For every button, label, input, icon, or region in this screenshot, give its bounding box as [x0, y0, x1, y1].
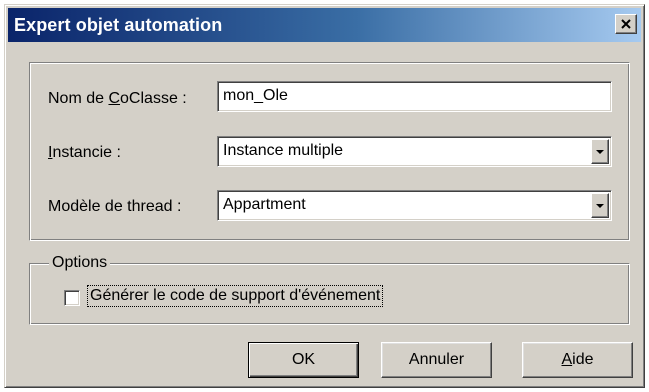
ok-button-label: OK	[291, 351, 316, 368]
close-icon	[621, 19, 631, 29]
window-title: Expert objet automation	[14, 15, 223, 35]
instancing-dropdown-button[interactable]	[591, 139, 609, 164]
coclass-name-input[interactable]: mon_Ole	[217, 81, 612, 112]
cancel-button-label: Annuler	[408, 351, 465, 368]
event-support-checkbox[interactable]	[64, 290, 80, 306]
title-bar[interactable]: Expert objet automation	[8, 8, 641, 42]
coclass-label: Nom de CoClasse :	[48, 90, 187, 107]
threading-label: Modèle de thread :	[48, 198, 182, 215]
instancing-label: Instancie :	[48, 144, 121, 161]
chevron-down-icon	[596, 204, 604, 208]
threading-dropdown-button[interactable]	[591, 193, 609, 218]
instancing-value: Instance multiple	[223, 142, 344, 159]
options-legend: Options	[49, 254, 111, 272]
help-button-label: Aide	[561, 351, 594, 368]
cancel-button[interactable]: Annuler	[381, 342, 492, 378]
instancing-combobox[interactable]: Instance multiple	[217, 136, 612, 167]
dialog-window: Expert objet automation Nom de CoClasse …	[4, 4, 645, 388]
coclass-name-value: mon_Ole	[223, 87, 288, 104]
chevron-down-icon	[596, 150, 604, 154]
threading-combobox[interactable]: Appartment	[217, 190, 612, 221]
close-button[interactable]	[615, 14, 637, 34]
threading-value: Appartment	[223, 196, 306, 213]
ok-button[interactable]: OK	[248, 342, 359, 378]
help-button[interactable]: Aide	[522, 342, 633, 378]
event-support-label[interactable]: Générer le code de support d'événement	[86, 285, 384, 307]
